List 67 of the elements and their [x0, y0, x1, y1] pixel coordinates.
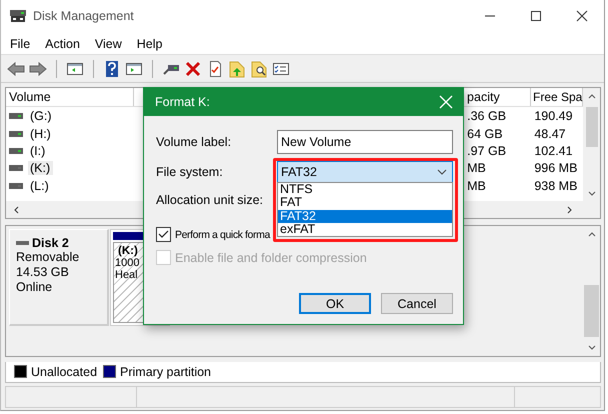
folder-search-icon[interactable]: [250, 60, 268, 78]
dropdown-option[interactable]: FAT32: [278, 210, 452, 223]
checkbox-label: Enable file and folder compression: [175, 250, 367, 264]
volume-label-field[interactable]: New Volume: [277, 130, 453, 154]
scroll-thumb[interactable]: [584, 285, 599, 338]
dialog-button[interactable]: OK: [299, 293, 371, 314]
volume-name[interactable]: (H:): [28, 126, 54, 141]
column-header[interactable]: Volume: [9, 90, 51, 104]
scroll-up-icon[interactable]: [588, 94, 596, 100]
field-label: File system:: [156, 165, 224, 179]
menu-item[interactable]: View: [94, 36, 122, 51]
scroll-up-icon[interactable]: [588, 232, 596, 238]
table-cell: 48.47: [534, 126, 566, 141]
scroll-left-icon[interactable]: [14, 206, 19, 214]
table-cell: 64 GB: [467, 126, 503, 141]
scroll-thumb[interactable]: [586, 107, 598, 148]
disk-type: Removable: [16, 250, 80, 266]
table-cell: .36 GB: [467, 109, 506, 124]
back-arrow-icon[interactable]: [7, 60, 25, 78]
volume-name[interactable]: (K:): [28, 161, 54, 176]
disk-info-panel[interactable]: Disk 2 Removable 14.53 GB Online: [9, 229, 109, 326]
field-label: Volume label:: [156, 135, 232, 149]
legend-label: Unallocated: [31, 364, 98, 379]
scroll-down-icon[interactable]: [588, 191, 596, 196]
checkmark-icon: [158, 230, 169, 239]
dropdown-option[interactable]: exFAT: [278, 222, 452, 236]
chevron-down-icon: [437, 169, 447, 175]
field-label: Allocation unit size:: [156, 193, 264, 207]
disk-status: Online: [16, 280, 54, 296]
disk-drive-icon: [9, 8, 27, 24]
table-cell: 102.41: [534, 144, 573, 158]
forward-arrow-icon[interactable]: [29, 60, 47, 78]
volume-name[interactable]: (L:): [28, 178, 52, 193]
delete-icon[interactable]: [184, 60, 202, 78]
table-cell: MB: [467, 161, 486, 176]
table-cell: MB: [467, 178, 486, 193]
window-title: Disk Management: [33, 9, 135, 24]
menu-item[interactable]: File: [10, 36, 30, 51]
checkbox-label: Perform a quick forma: [175, 228, 270, 240]
table-cell: 938 MB: [534, 178, 578, 193]
disk-size: 14.53 GB: [16, 265, 70, 280]
dropdown-option[interactable]: FAT: [278, 196, 452, 210]
help-icon[interactable]: [103, 60, 121, 78]
scroll-right-icon[interactable]: [567, 206, 572, 214]
file-system-dropdown[interactable]: FAT32: [277, 161, 453, 183]
disk-name: Disk 2: [32, 236, 69, 250]
dialog-title: Format K:: [155, 95, 210, 109]
menu-item[interactable]: Action: [45, 36, 80, 51]
volume-name[interactable]: (G:): [28, 109, 55, 124]
checkbox[interactable]: [156, 227, 171, 242]
volume-name[interactable]: (I:): [28, 144, 48, 158]
dropdown-option[interactable]: NTFS: [278, 183, 452, 196]
partition-status: Heal: [115, 269, 139, 282]
maximize-icon[interactable]: [530, 10, 542, 22]
partition-size: 1000: [115, 257, 140, 270]
partition-label: (K:): [117, 245, 139, 258]
menu-item[interactable]: Help: [136, 36, 162, 51]
legend-label: Primary partition: [120, 364, 212, 379]
table-cell: .97 GB: [467, 144, 506, 158]
scrollbar[interactable]: [583, 88, 600, 202]
table-cell: 190.49: [534, 109, 573, 124]
column-header[interactable]: pacity: [467, 90, 500, 104]
close-icon[interactable]: [576, 10, 588, 22]
dialog-button[interactable]: Cancel: [381, 293, 453, 314]
table-cell: 996 MB: [534, 161, 578, 176]
scroll-down-icon[interactable]: [588, 345, 596, 350]
column-header[interactable]: Free Spa: [533, 90, 582, 104]
